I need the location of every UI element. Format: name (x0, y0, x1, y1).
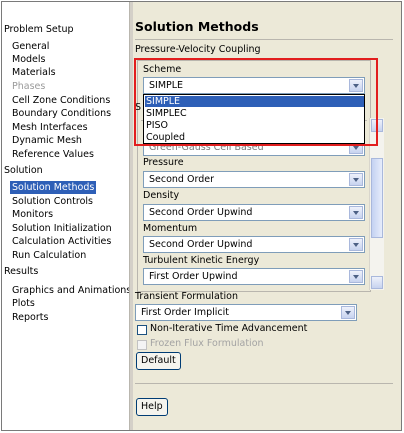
pressure-value: Second Order (149, 174, 214, 185)
momentum-label: Momentum (143, 223, 198, 234)
scroll-down-icon[interactable] (371, 276, 383, 289)
pressure-dropdown-arrow-icon[interactable] (349, 173, 363, 186)
nav-item-solution-methods[interactable]: Solution Methods (10, 181, 97, 194)
scroll-thumb[interactable] (371, 158, 383, 238)
transient-formulation-label: Transient Formulation (135, 291, 238, 302)
tke-combo[interactable]: First Order Upwind (143, 268, 365, 285)
nav-item-phases: Phases (12, 81, 46, 92)
pressure-combo[interactable]: Second Order (143, 171, 365, 188)
density-label: Density (143, 190, 180, 201)
momentum-dropdown-arrow-icon[interactable] (349, 238, 363, 251)
tke-value: First Order Upwind (149, 271, 238, 282)
navigation-tree: Problem Setup General Models Materials P… (2, 2, 131, 430)
transient-formulation-value: First Order Implicit (141, 307, 229, 318)
annotation-highlight-box (134, 58, 378, 146)
title-divider (135, 39, 393, 40)
nav-item-reference-values[interactable]: Reference Values (12, 148, 94, 161)
default-button[interactable]: Default (136, 352, 181, 370)
nav-item-dynamic-mesh[interactable]: Dynamic Mesh (12, 134, 82, 147)
non-iterative-checkbox[interactable] (137, 325, 147, 335)
nav-group-solution[interactable]: Solution (4, 165, 43, 176)
bottom-divider (135, 383, 393, 384)
nav-item-models[interactable]: Models (12, 53, 45, 66)
density-dropdown-arrow-icon[interactable] (349, 206, 363, 219)
frozen-flux-label: Frozen Flux Formulation (150, 338, 264, 349)
nav-item-solution-initialization[interactable]: Solution Initialization (12, 222, 112, 235)
nav-item-cell-zone-conditions[interactable]: Cell Zone Conditions (12, 94, 110, 107)
nav-item-mesh-interfaces[interactable]: Mesh Interfaces (12, 121, 88, 134)
nav-item-run-calculation[interactable]: Run Calculation (12, 249, 86, 262)
tke-label: Turbulent Kinetic Energy (143, 255, 260, 266)
nav-item-monitors[interactable]: Monitors (12, 208, 53, 221)
nav-item-materials[interactable]: Materials (12, 66, 56, 79)
pv-coupling-label: Pressure-Velocity Coupling (135, 44, 261, 55)
help-button[interactable]: Help (136, 398, 168, 416)
nav-item-graphics-and-animations[interactable]: Graphics and Animations (12, 284, 131, 297)
momentum-value: Second Order Upwind (149, 239, 253, 250)
density-combo[interactable]: Second Order Upwind (143, 204, 365, 221)
panel-title: Solution Methods (135, 19, 259, 34)
pressure-label: Pressure (143, 157, 184, 168)
nav-group-results[interactable]: Results (4, 266, 38, 277)
nav-item-reports[interactable]: Reports (12, 311, 48, 324)
frozen-flux-checkbox (137, 340, 147, 350)
nav-group-problem-setup[interactable]: Problem Setup (4, 24, 74, 35)
tke-dropdown-arrow-icon[interactable] (349, 270, 363, 283)
transient-dropdown-arrow-icon[interactable] (341, 306, 355, 319)
nav-item-general[interactable]: General (12, 40, 49, 53)
density-value: Second Order Upwind (149, 207, 253, 218)
nav-item-solution-controls[interactable]: Solution Controls (12, 195, 93, 208)
momentum-combo[interactable]: Second Order Upwind (143, 236, 365, 253)
nav-item-plots[interactable]: Plots (12, 297, 35, 310)
non-iterative-label: Non-Iterative Time Advancement (150, 323, 308, 334)
nav-item-boundary-conditions[interactable]: Boundary Conditions (12, 107, 111, 120)
nav-item-calculation-activities[interactable]: Calculation Activities (12, 235, 111, 248)
transient-formulation-combo[interactable]: First Order Implicit (135, 304, 357, 321)
